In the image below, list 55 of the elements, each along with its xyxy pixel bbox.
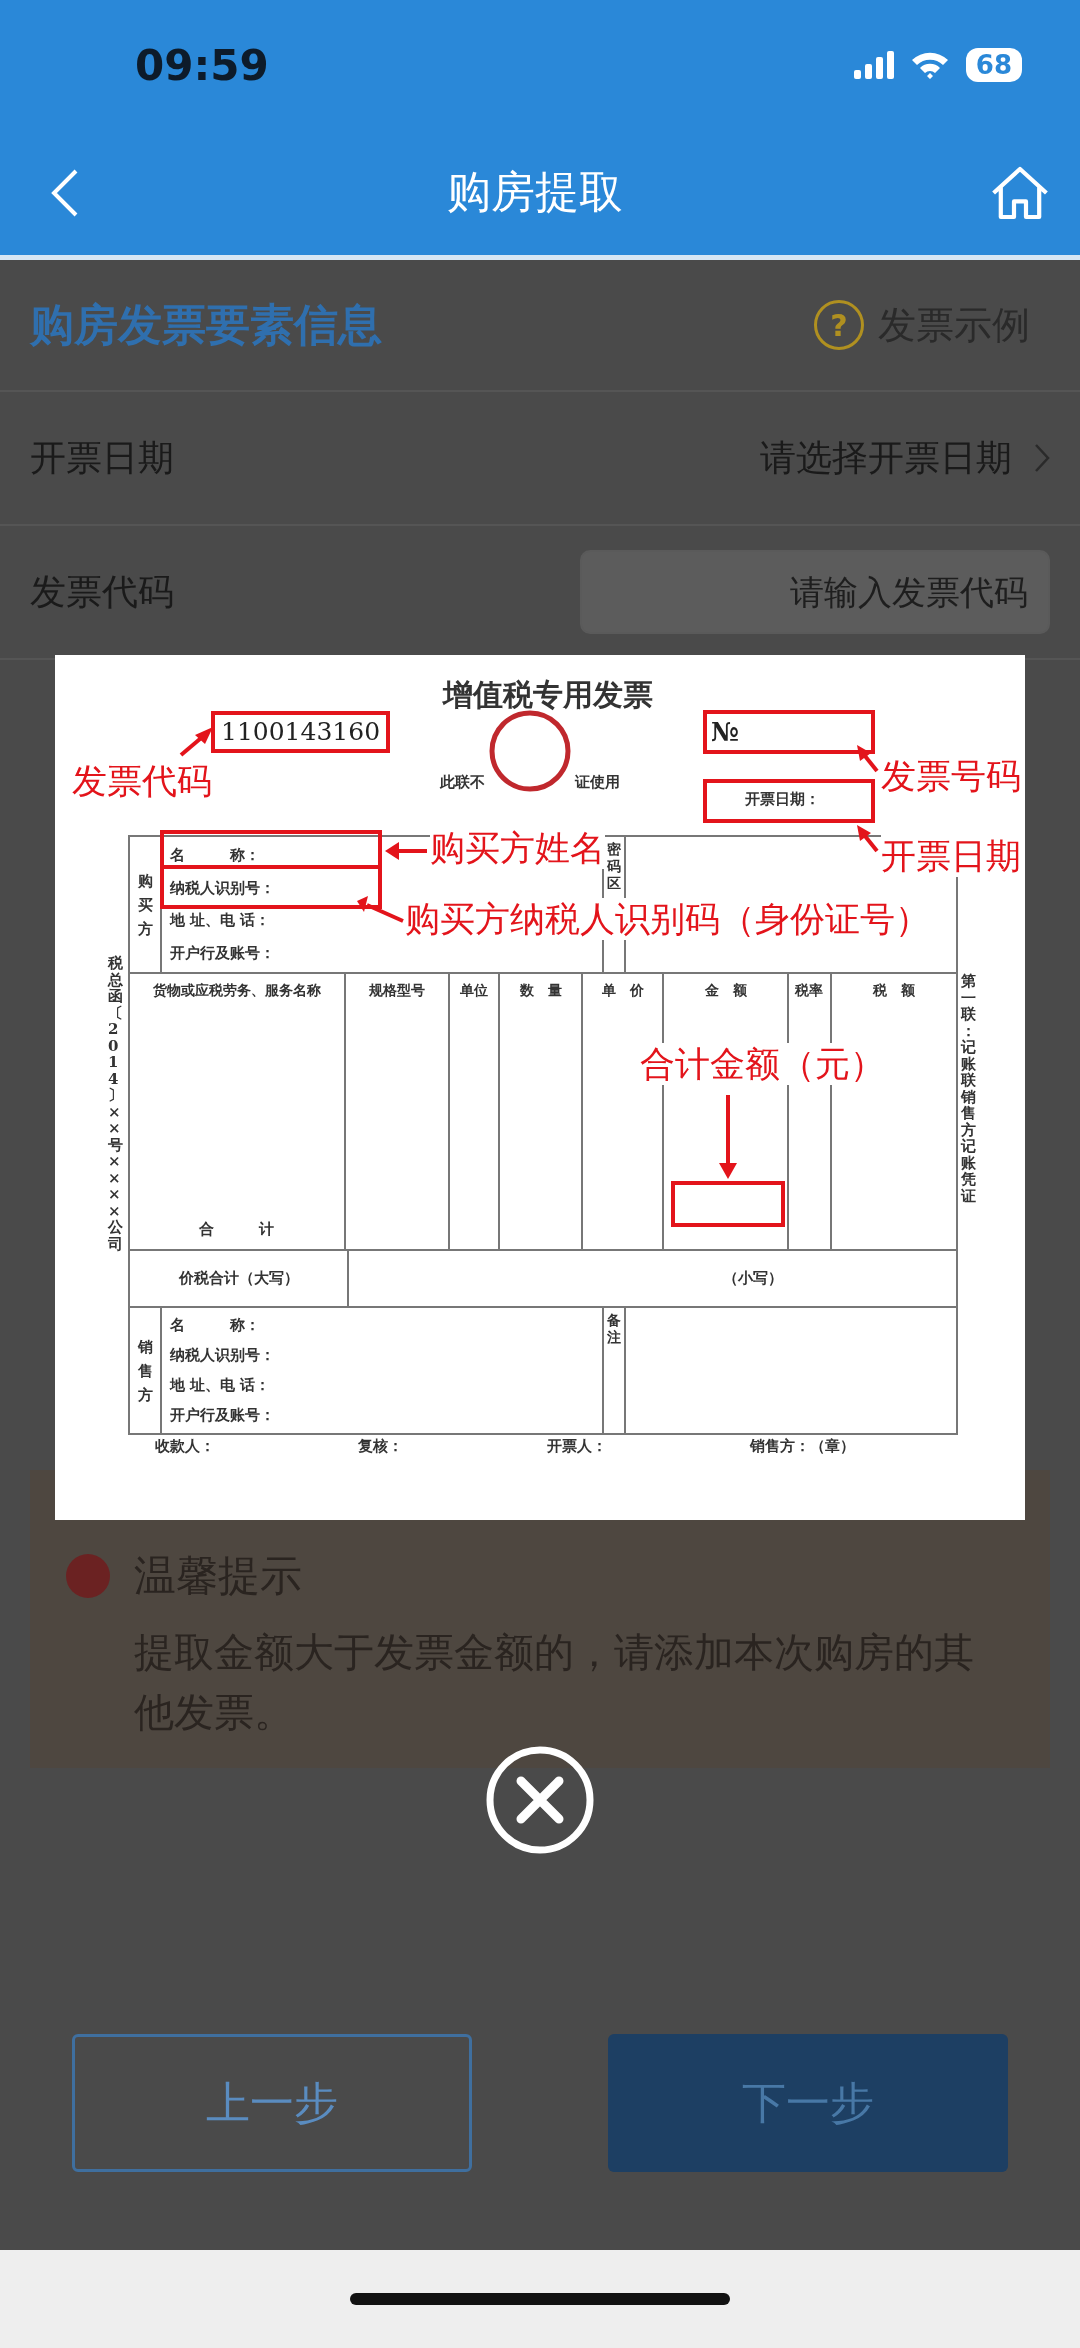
- invoice-copy-note: 第一联：记账联销售方记账凭证: [961, 973, 976, 1204]
- form-label: 地 址、电 话：: [170, 911, 271, 931]
- column-header: 规格型号: [369, 982, 426, 1000]
- invoice-code: 1100143160: [211, 711, 391, 753]
- column-header: 金 额: [704, 982, 747, 1000]
- invoice-title: 增值税专用发票: [443, 676, 653, 714]
- signature-label: 收款人：: [155, 1437, 215, 1456]
- leader-arrow: [857, 745, 879, 773]
- total-label: 价税合计（大写）: [178, 1269, 299, 1288]
- column-header: 税 额: [872, 982, 915, 1000]
- form-label: 开户行及账号：: [170, 1406, 275, 1426]
- column-header: 单 价: [601, 982, 644, 1000]
- alert-icon: [66, 1554, 110, 1598]
- leader-arrow: [857, 825, 879, 853]
- form-label: 开户行及账号：: [170, 944, 275, 964]
- form-label: 纳税人识别号：: [170, 1345, 275, 1365]
- signature-label: 销售方：（章）: [750, 1437, 855, 1456]
- signature-label: 开票人：: [546, 1437, 607, 1456]
- subtotal-label: 合 计: [199, 1220, 275, 1239]
- table-cell: 备注: [602, 1308, 626, 1433]
- table-cell: 购买方: [130, 837, 162, 972]
- chevron-right-icon: [1034, 443, 1050, 473]
- section-title: 购房发票要素信息: [30, 297, 382, 352]
- leader-arrow: [357, 896, 404, 923]
- invoice-notice: 证使用: [575, 773, 620, 792]
- invoice-number-label: №: [711, 717, 740, 747]
- column-header: 税率: [795, 982, 824, 1000]
- invoice-code-input[interactable]: 请输入发票代码: [580, 550, 1050, 634]
- column-header: 单位: [460, 982, 489, 1000]
- form-label: 名 称：: [170, 845, 260, 865]
- column-header: 货物或应税劳务、服务名称: [152, 982, 321, 1000]
- battery-indicator: 68: [965, 48, 1022, 82]
- invoice-side-note: 税总函〔2014〕××号××××公司: [108, 955, 123, 1252]
- next-step-button[interactable]: 下一步: [608, 2034, 1008, 2172]
- status-time: 09:59: [135, 40, 269, 90]
- signal-icon: [853, 51, 894, 79]
- previous-step-button[interactable]: 上一步: [72, 2034, 472, 2172]
- annotation-label: 购买方姓名: [430, 827, 605, 869]
- home-icon[interactable]: [990, 164, 1050, 221]
- back-chevron-icon[interactable]: [50, 167, 80, 218]
- signature-label: 复核：: [358, 1437, 404, 1456]
- invoice-date-label: 开票日期：: [745, 790, 820, 809]
- page-title: 购房提取: [447, 165, 623, 219]
- form-label: 名 称：: [170, 1315, 260, 1335]
- leader-arrow: [385, 842, 427, 860]
- form-label: 地 址、电 话：: [170, 1376, 271, 1396]
- column-header: 数 量: [519, 982, 562, 1000]
- table-cell: 销售方: [130, 1308, 162, 1433]
- annotation-label: 开票日期: [881, 835, 1021, 877]
- invoice-notice: 此联不: [440, 773, 485, 792]
- form-label: 纳税人识别号：: [170, 878, 275, 898]
- help-icon: ?: [814, 300, 864, 350]
- total-small-label: （小写）: [722, 1269, 783, 1288]
- close-button[interactable]: [485, 1745, 595, 1855]
- leader-arrow: [179, 727, 213, 757]
